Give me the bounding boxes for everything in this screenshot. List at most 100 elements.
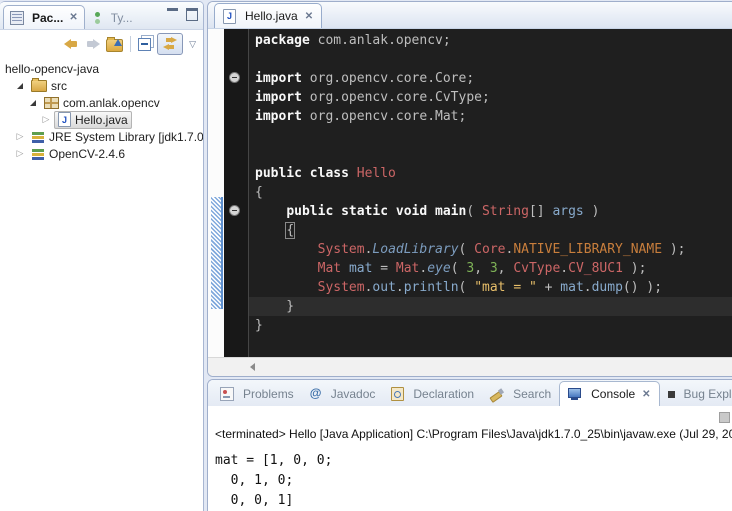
tree-item-box: hello-opencv-java (2, 61, 102, 77)
tab-bug-explorer[interactable]: Bug Explorer (660, 382, 732, 406)
maximize-view-icon[interactable] (186, 8, 198, 21)
java-file-icon (58, 112, 71, 127)
editor-tab-hello-java[interactable]: Hello.java ✕ (214, 3, 322, 28)
tab-search[interactable]: Search (482, 382, 559, 406)
tab-console[interactable]: Console✕ (559, 381, 659, 406)
tab-label: Problems (243, 387, 294, 401)
tree-item-box: com.anlak.opencv (41, 95, 163, 111)
type-hierarchy-icon (91, 12, 103, 24)
fold-margin (224, 29, 249, 358)
tab-type-hierarchy[interactable]: Ty... (85, 6, 139, 29)
code-line[interactable]: public static void main( String[] args ) (249, 202, 732, 221)
editor-window: Hello.java ✕ package com.anlak.opencv; im… (207, 1, 732, 377)
fold-collapse-icon[interactable] (229, 72, 240, 83)
code-line[interactable]: import org.opencv.core.Mat; (249, 107, 732, 126)
tree-item-com-anlak-opencv[interactable]: com.anlak.opencv (0, 94, 203, 111)
javadoc-icon (310, 388, 322, 401)
declaration-icon (391, 387, 404, 401)
tree-item-box: src (28, 78, 70, 94)
close-icon[interactable]: ✕ (642, 389, 650, 400)
link-with-editor-button[interactable] (157, 33, 183, 55)
horizontal-scrollbar[interactable] (208, 357, 732, 376)
java-file-icon (223, 9, 236, 24)
package-icon (44, 97, 59, 109)
tree-item-hello-opencv-java[interactable]: hello-opencv-java (0, 60, 203, 77)
twisty-collapsed-icon[interactable]: ▷ (15, 131, 25, 142)
tree-item-jre-system-library-jdk1-7-0[interactable]: ▷ JRE System Library [jdk1.7.0 (0, 128, 203, 145)
tab-declaration[interactable]: Declaration (383, 382, 482, 406)
tree-item-hello-java[interactable]: ▷ Hello.java (0, 111, 203, 128)
console-status-line: <terminated> Hello [Java Application] C:… (215, 427, 732, 441)
tree-item-label: hello-opencv-java (5, 62, 99, 76)
code-line[interactable] (249, 126, 732, 145)
forward-icon[interactable] (85, 38, 100, 50)
tab-javadoc[interactable]: Javadoc (302, 382, 384, 406)
twisty-expanded-icon[interactable] (28, 100, 38, 106)
console-icon (568, 388, 582, 400)
console-view: Problems Javadoc Declaration Search Console✕… (207, 379, 732, 511)
package-explorer-toolbar: ▽ (0, 30, 203, 57)
code-line[interactable]: import org.opencv.core.CvType; (249, 88, 732, 107)
tab-package-explorer[interactable]: Pac... ✕ (3, 5, 85, 29)
tab-label: Bug Explorer (684, 387, 732, 401)
tree-item-label: Hello.java (75, 113, 128, 127)
toolbar-separator (130, 36, 131, 52)
console-toolbar-button[interactable] (719, 412, 730, 423)
tree-item-label: com.anlak.opencv (63, 96, 160, 110)
minimize-view-icon[interactable] (167, 8, 178, 20)
code-line[interactable]: import org.opencv.core.Core; (249, 69, 732, 88)
tab-label: Ty... (111, 11, 133, 25)
code-line[interactable]: System.out.println( "mat = " + mat.dump(… (249, 278, 732, 297)
code-line[interactable] (249, 145, 732, 164)
back-icon[interactable] (64, 38, 79, 50)
view-menu-icon[interactable]: ▽ (189, 38, 196, 50)
tab-label: Pac... (32, 11, 63, 25)
code-editor[interactable]: package com.anlak.opencv; import org.open… (208, 29, 732, 358)
close-icon[interactable]: ✕ (305, 11, 313, 22)
go-up-icon[interactable] (106, 39, 123, 52)
tab-problems[interactable]: Problems (212, 382, 302, 406)
scroll-left-icon[interactable] (250, 363, 255, 371)
console-output: mat = [1, 0, 0; 0, 1, 0; 0, 0, 1] (215, 451, 332, 511)
code-line[interactable]: Mat mat = Mat.eye( 3, 3, CvType.CV_8UC1 … (249, 259, 732, 278)
workbench: Pac... ✕ Ty... ▽ hello-opencv-javasrcco (0, 0, 732, 511)
source-folder-icon (31, 80, 47, 92)
code-line[interactable]: { (249, 221, 732, 240)
tree-item-label: JRE System Library [jdk1.7.0 (49, 130, 203, 144)
code-line[interactable]: } (249, 316, 732, 335)
code-line[interactable]: { (249, 183, 732, 202)
tree-item-src[interactable]: src (0, 77, 203, 94)
search-icon (490, 388, 504, 401)
problems-icon (220, 387, 234, 401)
twisty-collapsed-icon[interactable]: ▷ (41, 114, 51, 125)
code-line[interactable] (249, 50, 732, 69)
collapse-all-icon[interactable] (138, 38, 151, 51)
library-icon (31, 131, 45, 143)
tree-item-box: OpenCV-2.4.6 (28, 146, 128, 162)
console-body: <terminated> Hello [Java Application] C:… (208, 407, 732, 511)
selected-tree-item-box: Hello.java (54, 111, 132, 129)
console-output-line: 0, 1, 0; (215, 471, 332, 491)
code-line[interactable]: } (249, 297, 732, 316)
tab-label: Search (513, 387, 551, 401)
tab-label: Javadoc (331, 387, 376, 401)
code-line[interactable]: public class Hello (249, 164, 732, 183)
tree-item-label: src (51, 79, 67, 93)
close-icon[interactable]: ✕ (69, 12, 77, 23)
editor-tab-label: Hello.java (245, 9, 298, 23)
view-tabbar: Pac... ✕ Ty... (0, 2, 203, 30)
twisty-expanded-icon[interactable] (15, 83, 25, 89)
view-window-buttons (167, 8, 198, 21)
tree-item-opencv-2-4-6[interactable]: ▷OpenCV-2.4.6 (0, 145, 203, 162)
annotation-ruler (208, 29, 224, 358)
code-line[interactable]: System.LoadLibrary( Core.NATIVE_LIBRARY_… (249, 240, 732, 259)
bug-icon (668, 391, 675, 398)
tab-label: Declaration (413, 387, 474, 401)
package-explorer-view: Pac... ✕ Ty... ▽ hello-opencv-javasrcco (0, 1, 204, 511)
method-range-indicator (211, 197, 223, 309)
code-line[interactable]: package com.anlak.opencv; (249, 31, 732, 50)
fold-collapse-icon[interactable] (229, 205, 240, 216)
console-output-line: mat = [1, 0, 0; (215, 451, 332, 471)
link-with-editor-icon (163, 37, 177, 50)
twisty-collapsed-icon[interactable]: ▷ (15, 148, 25, 159)
